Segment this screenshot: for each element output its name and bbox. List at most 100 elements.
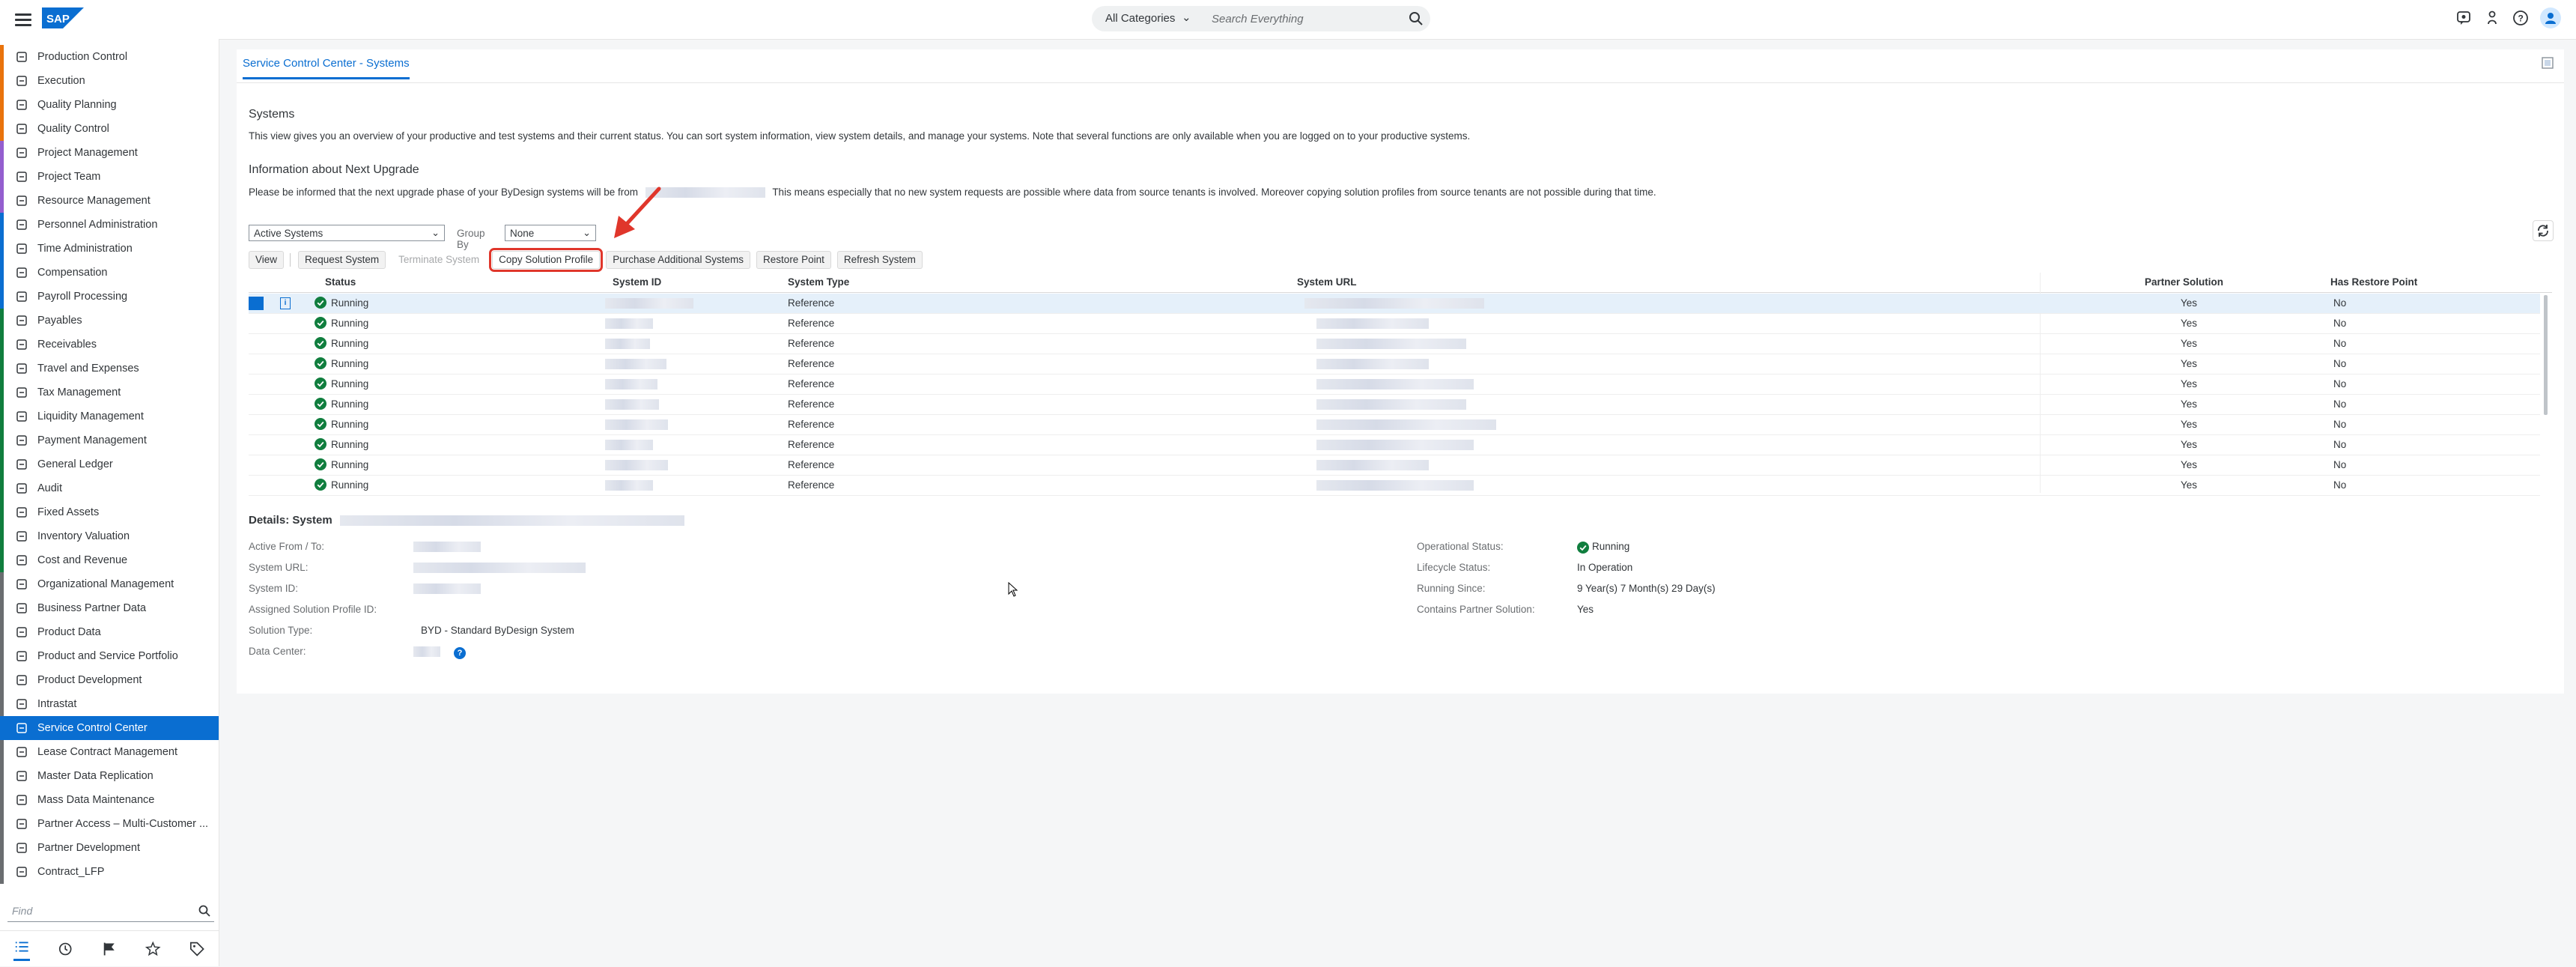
sidebar-item-personnel-administration[interactable]: Personnel Administration	[0, 213, 219, 237]
sidebar-item-production-control[interactable]: Production Control	[0, 45, 219, 69]
menu-icon[interactable]	[15, 10, 31, 27]
terminate-system-button[interactable]: Terminate System	[392, 251, 486, 269]
sidebar-item-product-development[interactable]: Product Development	[0, 668, 219, 692]
partner-solution-cell: Yes	[2181, 318, 2198, 329]
category-select[interactable]: All Categories	[1105, 12, 1175, 25]
sidebar-item-quality-control[interactable]: Quality Control	[0, 117, 219, 141]
redacted-system-name	[339, 515, 684, 527]
sidebar-item-audit[interactable]: Audit	[0, 476, 219, 500]
table-row[interactable]: Running Reference Yes No	[249, 415, 2540, 435]
row-selector[interactable]	[249, 297, 264, 310]
sap-logo[interactable]: SAP	[42, 7, 84, 28]
sidebar-item-general-ledger[interactable]: General Ledger	[0, 452, 219, 476]
sidebar-item-execution[interactable]: Execution	[0, 69, 219, 93]
sidebar-item-intrastat[interactable]: Intrastat	[0, 692, 219, 716]
col-status[interactable]: Status	[325, 276, 356, 288]
redacted-system-id	[605, 339, 650, 349]
sidebar-item-partner-development[interactable]: Partner Development	[0, 836, 219, 860]
table-row[interactable]: Running Reference Yes No	[249, 314, 2540, 334]
sidebar-item-organizational-management[interactable]: Organizational Management	[0, 572, 219, 596]
search-icon[interactable]	[198, 904, 211, 918]
sidebar-item-product-data[interactable]: Product Data	[0, 620, 219, 644]
table-row[interactable]: Running Reference Yes No	[249, 435, 2540, 455]
sidebar-item-tax-management[interactable]: Tax Management	[0, 381, 219, 404]
sidebar-item-project-management[interactable]: Project Management	[0, 141, 219, 165]
restore-point-button[interactable]: Restore Point	[756, 251, 831, 269]
category-color-bar	[0, 213, 4, 237]
sidebar-item-mass-data-maintenance[interactable]: Mass Data Maintenance	[0, 788, 219, 812]
request-system-button[interactable]: Request System	[298, 251, 386, 269]
history-icon[interactable]	[57, 940, 73, 958]
sidebar-item-inventory-valuation[interactable]: Inventory Valuation	[0, 524, 219, 548]
shell-bar: SAP All Categories ⌄ Search Everything ?	[0, 0, 2576, 40]
sidebar-item-business-partner-data[interactable]: Business Partner Data	[0, 596, 219, 620]
sidebar-item-quality-planning[interactable]: Quality Planning	[0, 93, 219, 117]
has-restore-point-cell: No	[2333, 297, 2347, 309]
sidebar-item-service-control-center[interactable]: Service Control Center	[0, 716, 219, 740]
sidebar-item-fixed-assets[interactable]: Fixed Assets	[0, 500, 219, 524]
help-icon[interactable]: ?	[2512, 9, 2530, 27]
sidebar-item-cost-and-revenue[interactable]: Cost and Revenue	[0, 548, 219, 572]
sidebar-item-resource-management[interactable]: Resource Management	[0, 189, 219, 213]
notifications-icon[interactable]	[2455, 9, 2473, 27]
sidebar-item-payroll-processing[interactable]: Payroll Processing	[0, 285, 219, 309]
category-color-bar	[0, 45, 4, 69]
sidebar-item-project-team[interactable]: Project Team	[0, 165, 219, 189]
sidebar-item-partner-access-multi-customer[interactable]: Partner Access – Multi-Customer ...	[0, 812, 219, 836]
redacted-data-center	[413, 646, 440, 657]
avatar[interactable]	[2540, 7, 2561, 28]
contact-icon[interactable]	[2483, 9, 2501, 27]
sidebar-item-liquidity-management[interactable]: Liquidity Management	[0, 404, 219, 428]
list-icon[interactable]	[13, 938, 31, 961]
find-input[interactable]: Find	[12, 905, 32, 917]
tab-service-control-center-systems[interactable]: Service Control Center - Systems	[243, 57, 410, 79]
sidebar-item-time-administration[interactable]: Time Administration	[0, 237, 219, 261]
table-row[interactable]: Running Reference Yes No	[249, 455, 2540, 476]
col-system-id[interactable]: System ID	[613, 276, 661, 288]
sidebar-item-contract-lfp[interactable]: Contract_LFP	[0, 860, 219, 884]
status-cell: Running	[331, 439, 369, 450]
view-button[interactable]: View	[249, 251, 285, 269]
chevron-down-icon[interactable]: ⌄	[1182, 10, 1191, 24]
sidebar-item-receivables[interactable]: Receivables	[0, 333, 219, 357]
help-icon[interactable]: ?	[454, 647, 466, 659]
col-partner-solution[interactable]: Partner Solution	[2145, 276, 2223, 288]
sidebar-item-travel-and-expenses[interactable]: Travel and Expenses	[0, 357, 219, 381]
table-row[interactable]: i Running Reference Yes No	[249, 294, 2540, 314]
table-row[interactable]: Running Reference Yes No	[249, 476, 2540, 496]
table-row[interactable]: Running Reference Yes No	[249, 334, 2540, 354]
sidebar-item-payables[interactable]: Payables	[0, 309, 219, 333]
sidebar-item-lease-contract-management[interactable]: Lease Contract Management	[0, 740, 219, 764]
table-row[interactable]: Running Reference Yes No	[249, 375, 2540, 395]
info-icon[interactable]: i	[280, 297, 291, 309]
favorites-icon[interactable]	[145, 940, 161, 958]
category-color-bar	[0, 644, 4, 668]
table-scrollbar[interactable]	[2544, 295, 2548, 415]
view-select[interactable]: Active Systems ⌄	[249, 225, 445, 241]
quality-planning-icon	[15, 98, 28, 112]
sidebar-item-product-and-service-portfolio[interactable]: Product and Service Portfolio	[0, 644, 219, 668]
table-row[interactable]: Running Reference Yes No	[249, 354, 2540, 375]
col-system-type[interactable]: System Type	[788, 276, 849, 288]
redacted-system-url	[1316, 339, 1466, 349]
redacted-active-from	[413, 542, 481, 552]
refresh-icon[interactable]	[2533, 220, 2554, 241]
table-row[interactable]: Running Reference Yes No	[249, 395, 2540, 415]
upgrade-description: Please be informed that the next upgrade…	[249, 187, 1656, 198]
sidebar-item-compensation[interactable]: Compensation	[0, 261, 219, 285]
purchase-additional-systems-button[interactable]: Purchase Additional Systems	[606, 251, 751, 269]
flag-icon[interactable]	[101, 940, 118, 958]
sidebar-item-payment-management[interactable]: Payment Management	[0, 428, 219, 452]
col-system-url[interactable]: System URL	[1297, 276, 1357, 288]
copy-solution-profile-button[interactable]: Copy Solution Profile	[489, 248, 604, 272]
col-has-restore-point[interactable]: Has Restore Point	[2330, 276, 2417, 288]
tags-icon[interactable]	[189, 940, 205, 958]
sidebar-item-master-data-replication[interactable]: Master Data Replication	[0, 764, 219, 788]
find-field[interactable]: Find	[7, 902, 214, 922]
search-input[interactable]: Search Everything	[1212, 13, 1304, 25]
group-by-select[interactable]: None ⌄	[505, 225, 596, 241]
product-data-icon	[15, 625, 28, 639]
personalize-icon[interactable]	[2540, 55, 2555, 70]
search-icon[interactable]	[1408, 10, 1424, 27]
refresh-system-button[interactable]: Refresh System	[836, 251, 923, 269]
